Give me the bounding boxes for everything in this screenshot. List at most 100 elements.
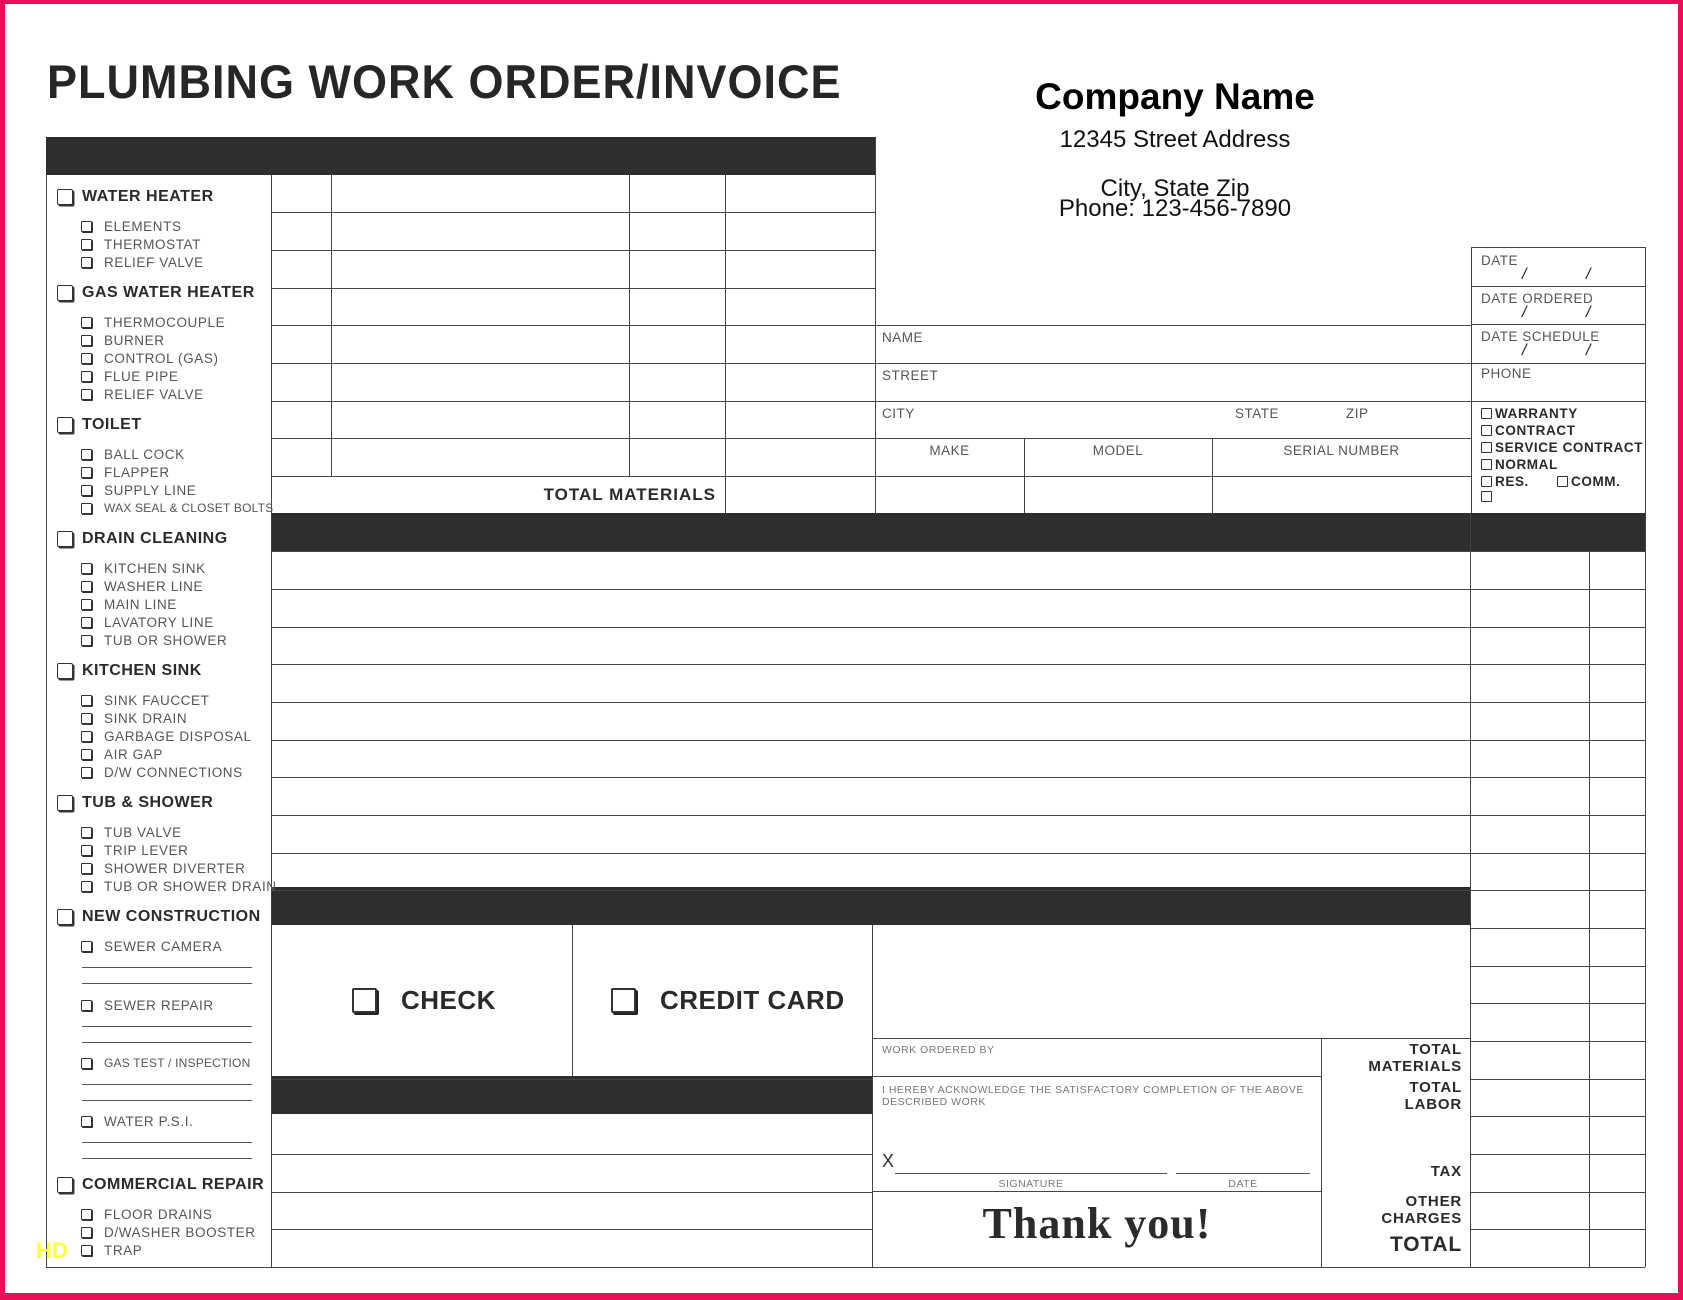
labor-description-cell[interactable] bbox=[273, 817, 1468, 851]
amount-dollars-cell[interactable] bbox=[1472, 817, 1587, 851]
materials-price-cell[interactable] bbox=[631, 177, 723, 210]
amount-cents-cell[interactable] bbox=[1591, 553, 1643, 587]
labor-description-cell[interactable] bbox=[273, 666, 1468, 700]
notes-line-field[interactable] bbox=[273, 1231, 870, 1265]
amount-cents-cell[interactable] bbox=[1591, 1005, 1643, 1039]
make-field[interactable] bbox=[876, 477, 1023, 512]
amount-dollars-cell[interactable] bbox=[1472, 704, 1587, 738]
signature-field[interactable] bbox=[895, 1145, 1167, 1173]
service-item[interactable]: TUB OR SHOWER bbox=[81, 633, 227, 648]
amount-dollars-cell[interactable] bbox=[1472, 779, 1587, 813]
amount-cents-cell[interactable] bbox=[1591, 1194, 1643, 1227]
category-tub-shower[interactable]: TUB & SHOWER bbox=[57, 794, 213, 812]
amount-cents-cell[interactable] bbox=[1591, 855, 1643, 888]
write-in-field[interactable] bbox=[82, 1016, 252, 1044]
write-in-field[interactable] bbox=[82, 1132, 252, 1160]
service-item[interactable]: THERMOSTAT bbox=[81, 237, 201, 252]
materials-price-cell[interactable] bbox=[631, 403, 723, 436]
service-item[interactable]: SUPPLY LINE bbox=[81, 483, 196, 498]
category-gas-water-heater[interactable]: GAS WATER HEATER bbox=[57, 284, 255, 302]
materials-amount-cell[interactable] bbox=[727, 440, 873, 474]
zip-field[interactable] bbox=[1380, 402, 1470, 438]
amount-dollars-cell[interactable] bbox=[1472, 1231, 1587, 1265]
materials-qty-cell[interactable] bbox=[273, 252, 329, 286]
materials-price-cell[interactable] bbox=[631, 252, 723, 286]
materials-price-cell[interactable] bbox=[631, 290, 723, 323]
service-item[interactable]: BURNER bbox=[81, 333, 165, 348]
amount-cents-cell[interactable] bbox=[1591, 892, 1643, 926]
amount-dollars-cell[interactable] bbox=[1472, 930, 1587, 964]
amount-cents-cell[interactable] bbox=[1591, 817, 1643, 851]
service-item[interactable]: FLOOR DRAINS bbox=[81, 1207, 212, 1222]
service-item[interactable]: D/WASHER BOOSTER bbox=[81, 1225, 256, 1240]
category-drain-cleaning[interactable]: DRAIN CLEANING bbox=[57, 530, 228, 548]
amount-dollars-cell[interactable] bbox=[1472, 1005, 1587, 1039]
category-toilet[interactable]: TOILET bbox=[57, 416, 142, 434]
comments-field[interactable] bbox=[874, 926, 1469, 1038]
notes-line-field[interactable] bbox=[273, 1194, 870, 1227]
payment-check[interactable]: CHECK bbox=[352, 985, 496, 1016]
amount-cents-cell[interactable] bbox=[1591, 1231, 1643, 1265]
materials-qty-cell[interactable] bbox=[273, 327, 329, 361]
amount-cents-cell[interactable] bbox=[1591, 742, 1643, 775]
service-item[interactable]: GARBAGE DISPOSAL bbox=[81, 729, 252, 744]
service-item[interactable]: WAX SEAL & CLOSET BOLTS bbox=[81, 501, 273, 515]
amount-cents-cell[interactable] bbox=[1591, 1118, 1643, 1152]
amount-dollars-cell[interactable] bbox=[1472, 1081, 1587, 1114]
amount-dollars-cell[interactable] bbox=[1472, 553, 1587, 587]
option-warranty[interactable]: WARRANTY bbox=[1481, 406, 1578, 421]
phone-field[interactable] bbox=[1472, 364, 1644, 400]
category-commercial-repair[interactable]: COMMERCIAL REPAIR bbox=[57, 1176, 264, 1194]
materials-price-cell[interactable] bbox=[631, 327, 723, 361]
service-item[interactable]: MAIN LINE bbox=[81, 597, 177, 612]
total-materials-field[interactable] bbox=[725, 476, 875, 514]
option-contract[interactable]: CONTRACT bbox=[1481, 423, 1576, 438]
labor-description-cell[interactable] bbox=[273, 779, 1468, 813]
category-water-heater[interactable]: WATER HEATER bbox=[57, 188, 214, 206]
amount-cents-cell[interactable] bbox=[1591, 704, 1643, 738]
amount-dollars-cell[interactable] bbox=[1472, 1194, 1587, 1227]
category-new-construction[interactable]: NEW CONSTRUCTION bbox=[57, 908, 261, 926]
labor-description-cell[interactable] bbox=[273, 855, 1468, 888]
service-item[interactable]: CONTROL (GAS) bbox=[81, 351, 219, 366]
materials-description-cell[interactable] bbox=[333, 327, 627, 361]
labor-description-cell[interactable] bbox=[273, 742, 1468, 775]
labor-description-cell[interactable] bbox=[273, 704, 1468, 738]
amount-dollars-cell[interactable] bbox=[1472, 892, 1587, 926]
amount-dollars-cell[interactable] bbox=[1472, 1118, 1587, 1152]
option-other[interactable] bbox=[1481, 491, 1495, 502]
amount-dollars-cell[interactable] bbox=[1472, 1156, 1587, 1190]
amount-cents-cell[interactable] bbox=[1591, 1156, 1643, 1190]
option-service-contract[interactable]: SERVICE CONTRACT bbox=[1481, 440, 1643, 455]
city-field[interactable] bbox=[920, 402, 1230, 438]
amount-cents-cell[interactable] bbox=[1591, 779, 1643, 813]
service-item[interactable]: KITCHEN SINK bbox=[81, 561, 206, 576]
amount-dollars-cell[interactable] bbox=[1472, 968, 1587, 1001]
amount-cents-cell[interactable] bbox=[1591, 968, 1643, 1001]
materials-description-cell[interactable] bbox=[333, 177, 627, 210]
materials-amount-cell[interactable] bbox=[727, 214, 873, 248]
materials-description-cell[interactable] bbox=[333, 440, 627, 474]
service-item[interactable]: AIR GAP bbox=[81, 747, 163, 762]
labor-description-cell[interactable] bbox=[273, 591, 1468, 625]
service-item[interactable]: SHOWER DIVERTER bbox=[81, 861, 246, 876]
materials-amount-cell[interactable] bbox=[727, 252, 873, 286]
service-item[interactable]: FLAPPER bbox=[81, 465, 170, 480]
materials-price-cell[interactable] bbox=[631, 440, 723, 474]
materials-amount-cell[interactable] bbox=[727, 177, 873, 210]
service-item[interactable]: SINK FAUCCET bbox=[81, 693, 209, 708]
write-in-field[interactable] bbox=[82, 957, 252, 985]
service-item[interactable]: BALL COCK bbox=[81, 447, 185, 462]
materials-description-cell[interactable] bbox=[333, 290, 627, 323]
amount-dollars-cell[interactable] bbox=[1472, 666, 1587, 700]
service-item[interactable]: GAS TEST / INSPECTION bbox=[81, 1056, 250, 1070]
materials-qty-cell[interactable] bbox=[273, 214, 329, 248]
date-schedule-field[interactable] bbox=[1472, 325, 1644, 362]
write-in-field[interactable] bbox=[82, 1074, 252, 1102]
service-item[interactable]: WASHER LINE bbox=[81, 579, 203, 594]
service-item[interactable]: TRAP bbox=[81, 1243, 142, 1258]
service-item[interactable]: THERMOCOUPLE bbox=[81, 315, 225, 330]
service-item[interactable]: TRIP LEVER bbox=[81, 843, 189, 858]
signature-date-field[interactable] bbox=[1176, 1145, 1310, 1173]
service-item[interactable]: D/W CONNECTIONS bbox=[81, 765, 243, 780]
